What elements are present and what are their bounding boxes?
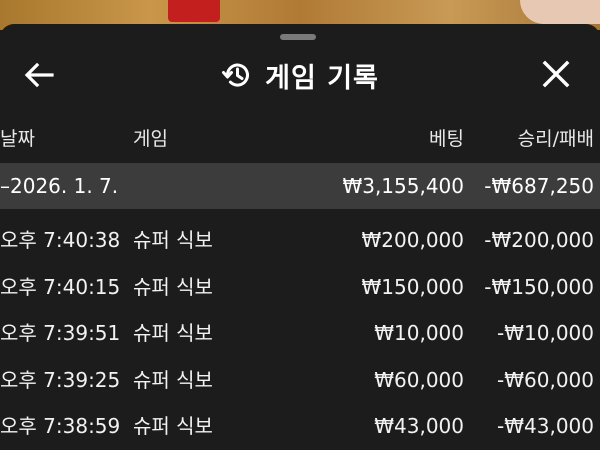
history-row[interactable]: 오후 7:39:51 슈퍼 식보 ₩10,000 -₩10,000 bbox=[0, 310, 600, 357]
history-icon bbox=[222, 63, 250, 87]
column-header-date: 날짜 bbox=[0, 128, 35, 150]
history-row[interactable]: 오후 7:38:59 슈퍼 식보 ₩43,000 -₩43,000 bbox=[0, 403, 600, 450]
row-bet: ₩43,000 bbox=[374, 414, 464, 438]
row-result: -₩60,000 bbox=[497, 367, 594, 392]
row-bet: ₩60,000 bbox=[374, 367, 464, 392]
background-hand bbox=[520, 0, 600, 24]
row-game: 슈퍼 식보 bbox=[133, 228, 213, 252]
row-time: 오후 7:38:59 bbox=[0, 414, 121, 438]
close-icon bbox=[542, 60, 570, 88]
row-time: 오후 7:39:25 bbox=[0, 367, 121, 392]
page-title: 게임 기록 bbox=[265, 62, 379, 94]
summary-bet: ₩3,155,400 bbox=[342, 174, 464, 198]
drag-handle[interactable] bbox=[280, 34, 316, 40]
row-time: 오후 7:40:15 bbox=[0, 274, 121, 299]
column-header-result: 승리/패배 bbox=[517, 128, 594, 150]
history-list: 오후 7:40:38 슈퍼 식보 ₩200,000 -₩200,000 오후 7… bbox=[0, 217, 600, 450]
date-summary-row[interactable]: –2026. 1. 7. ₩3,155,400 -₩687,250 bbox=[0, 163, 600, 209]
row-time: 오후 7:40:38 bbox=[0, 228, 121, 252]
row-result: -₩150,000 bbox=[484, 274, 594, 299]
row-result: -₩10,000 bbox=[497, 321, 594, 345]
close-button[interactable] bbox=[538, 58, 574, 92]
column-header-row: 날짜 게임 베팅 승리/패배 bbox=[0, 124, 600, 154]
arrow-left-icon bbox=[24, 62, 54, 88]
summary-result: -₩687,250 bbox=[484, 174, 594, 198]
page-title-group: 게임 기록 bbox=[0, 50, 600, 100]
history-row[interactable]: 오후 7:40:15 슈퍼 식보 ₩150,000 -₩150,000 bbox=[0, 264, 600, 311]
row-bet: ₩150,000 bbox=[361, 274, 464, 299]
row-game: 슈퍼 식보 bbox=[133, 321, 213, 345]
sheet-header: 게임 기록 bbox=[0, 50, 600, 100]
background-red-cloth bbox=[168, 0, 220, 22]
back-button[interactable] bbox=[22, 60, 56, 90]
column-header-bet: 베팅 bbox=[429, 128, 464, 150]
game-history-sheet: 게임 기록 날짜 게임 베팅 승리/패배 –2026. 1. 7. ₩3,155… bbox=[0, 24, 600, 450]
summary-date: –2026. 1. 7. bbox=[0, 174, 119, 198]
row-game: 슈퍼 식보 bbox=[133, 274, 213, 299]
history-row[interactable]: 오후 7:39:25 슈퍼 식보 ₩60,000 -₩60,000 bbox=[0, 357, 600, 404]
row-bet: ₩200,000 bbox=[361, 228, 464, 252]
row-result: -₩43,000 bbox=[497, 414, 594, 438]
row-game: 슈퍼 식보 bbox=[133, 367, 213, 392]
row-result: -₩200,000 bbox=[484, 228, 594, 252]
row-game: 슈퍼 식보 bbox=[133, 414, 213, 438]
column-header-game: 게임 bbox=[133, 128, 168, 150]
row-bet: ₩10,000 bbox=[374, 321, 464, 345]
history-row[interactable]: 오후 7:40:38 슈퍼 식보 ₩200,000 -₩200,000 bbox=[0, 217, 600, 264]
row-time: 오후 7:39:51 bbox=[0, 321, 121, 345]
